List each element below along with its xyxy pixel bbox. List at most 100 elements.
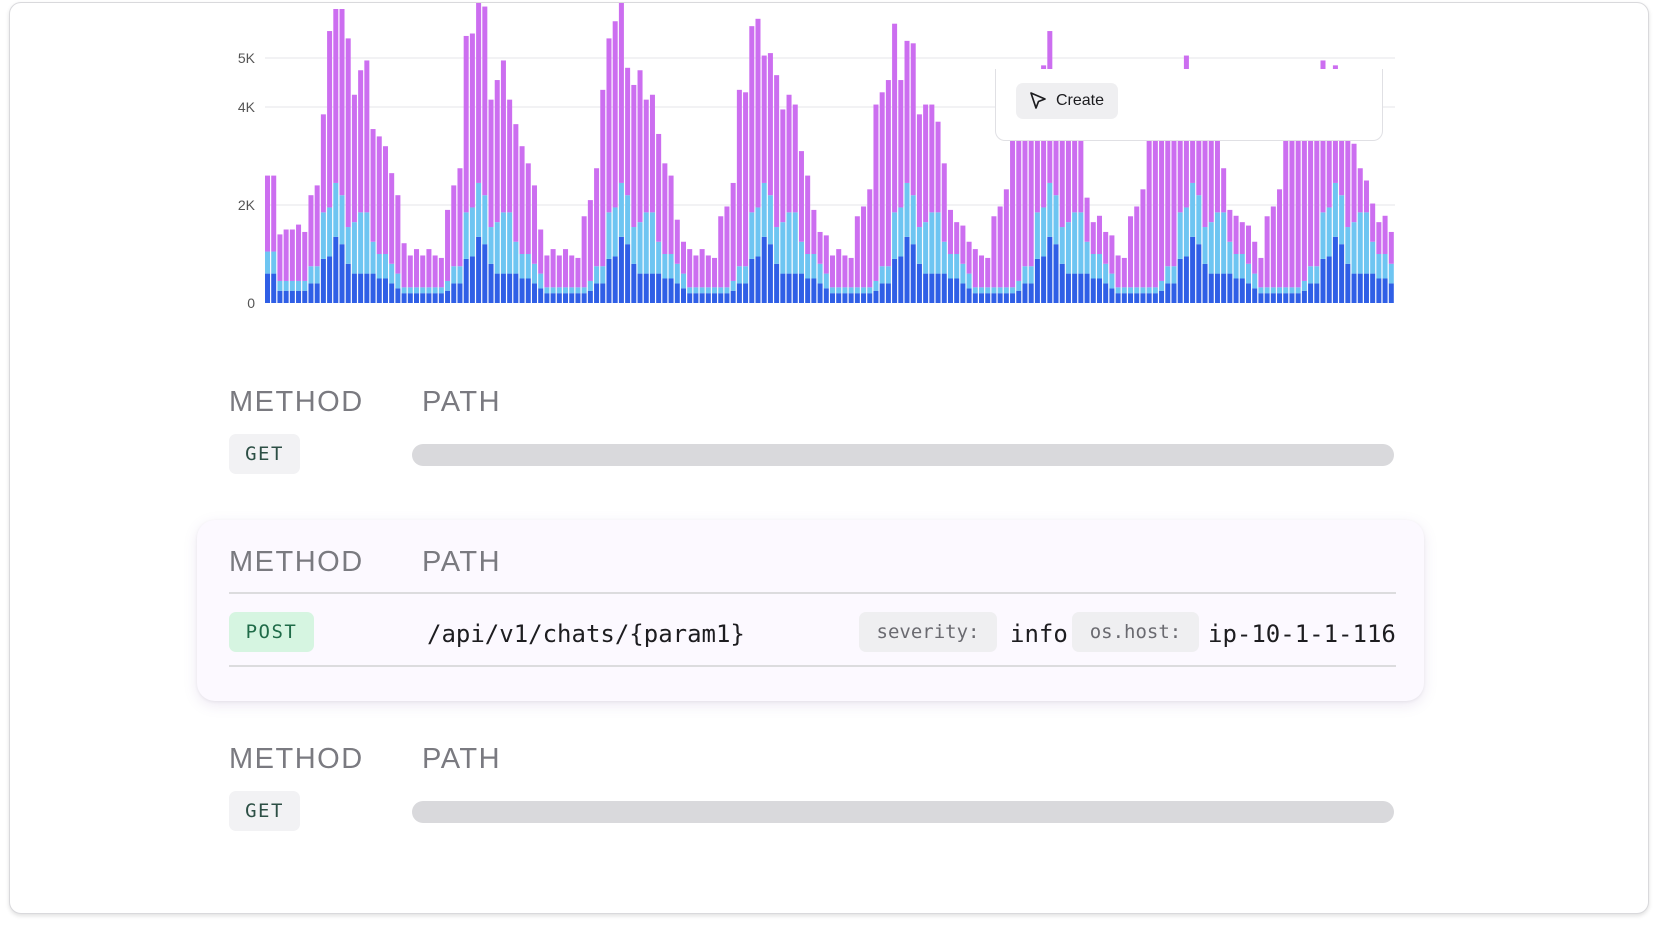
bar-segment-dark [749, 258, 755, 303]
bar-segment-light [544, 287, 550, 294]
bar-segment-light [1041, 207, 1047, 257]
bar-segment-light [1221, 212, 1227, 274]
bar-segment-dark [1128, 293, 1134, 303]
bar-segment-dark [1202, 263, 1208, 303]
bar-segment-purple [774, 75, 780, 228]
bar-segment-dark [1382, 278, 1388, 303]
bar-segment-dark [662, 278, 668, 303]
bar-segment-light [1258, 287, 1264, 294]
bar-segment-light [910, 195, 916, 245]
request-row-2-card[interactable]: METHOD PATH POST /api/v1/chats/{param1} … [197, 520, 1424, 701]
bar-segment-purple [979, 255, 985, 288]
bar-segment-dark [823, 288, 829, 303]
bar-segment-purple [1103, 231, 1109, 264]
bar-segment-dark [836, 293, 842, 303]
create-button-label: Create [1056, 92, 1105, 109]
bar-segment-light [1196, 195, 1202, 245]
bar-segment-light [1339, 195, 1345, 245]
bar-segment-purple [854, 216, 860, 288]
request-path: /api/v1/chats/{param1} [427, 620, 745, 648]
bar-segment-purple [861, 206, 867, 288]
bar-segment-purple [1171, 138, 1177, 267]
bar-segment-dark [302, 290, 308, 303]
bar-segment-purple [283, 229, 289, 281]
bar-segment-purple [500, 60, 506, 213]
bar-segment-light [699, 287, 705, 294]
bar-segment-dark [1351, 273, 1357, 303]
bar-segment-dark [625, 244, 631, 303]
bar-segment-dark [712, 293, 718, 303]
bar-segment-dark [600, 283, 606, 303]
bar-segment-purple [724, 206, 730, 288]
bar-segment-light [929, 212, 935, 274]
bar-segment-purple [1388, 231, 1394, 264]
bar-segment-light [1283, 287, 1289, 294]
bar-segment-light [351, 222, 357, 274]
bar-segment-light [830, 287, 836, 294]
bar-segment-dark [1277, 293, 1283, 303]
bar-segment-purple [780, 109, 786, 223]
bar-segment-dark [1121, 293, 1127, 303]
bar-segment-light [500, 212, 506, 274]
request-row-1[interactable]: METHOD PATH GET [229, 386, 1399, 476]
stacked-bar-chart: 0 2K 4K 5K [238, 3, 1395, 311]
bar-segment-dark [1177, 258, 1183, 303]
bar-segment-dark [469, 256, 475, 303]
bar-segment-purple [656, 133, 662, 242]
bar-segment-light [1326, 207, 1332, 257]
bar-segment-dark [805, 278, 811, 303]
bar-segment-dark [513, 273, 519, 303]
bar-segment-purple [674, 219, 680, 264]
bar-segment-purple [277, 234, 283, 281]
bar-segment-light [426, 287, 432, 294]
method-badge: GET [229, 434, 300, 474]
bar-segment-dark [1072, 273, 1078, 303]
bar-segment-purple [823, 235, 829, 274]
create-button[interactable]: Create [1016, 83, 1119, 119]
bar-segment-light [867, 287, 873, 294]
request-row-3[interactable]: METHOD PATH GET [229, 743, 1399, 833]
bar-segment-light [587, 280, 593, 291]
bar-segment-purple [1264, 216, 1270, 288]
bar-segment-light [451, 266, 457, 284]
bar-segment-purple [830, 255, 836, 288]
bar-segment-light [525, 254, 531, 279]
bar-segment-light [662, 254, 668, 279]
cursor-arrow-icon [1028, 91, 1048, 111]
bar-segment-dark [1059, 263, 1065, 303]
bar-segment-dark [1047, 236, 1053, 303]
bar-segment-light [643, 212, 649, 274]
bar-segment-dark [848, 293, 854, 303]
bar-segment-light [916, 227, 922, 264]
bar-segment-purple [761, 55, 767, 183]
bar-segment-light [339, 195, 345, 245]
bar-segment-purple [370, 129, 376, 242]
bar-segment-light [488, 227, 494, 264]
bar-segment-purple [817, 231, 823, 264]
bar-segment-dark [1159, 290, 1165, 303]
bar-segment-light [1264, 287, 1270, 294]
bar-segment-light [1047, 182, 1053, 237]
bar-segment-purple [587, 200, 593, 281]
bar-segment-purple [842, 255, 848, 288]
bar-segment-light [761, 182, 767, 237]
bar-segment-dark [743, 283, 749, 303]
bar-segment-dark [730, 290, 736, 303]
bar-segment-light [885, 266, 891, 284]
bar-segment-dark [277, 290, 283, 303]
bar-segment-purple [885, 80, 891, 267]
bar-segment-purple [662, 163, 668, 254]
bar-segment-dark [1252, 288, 1258, 303]
bar-segment-light [1289, 287, 1295, 294]
bar-segment-dark [618, 236, 624, 303]
bar-segment-dark [954, 278, 960, 303]
bar-segment-light [836, 287, 842, 294]
bar-segment-light [724, 287, 730, 294]
y-tick-label: 0 [247, 295, 255, 311]
bar-segment-dark [966, 288, 972, 303]
bar-segment-purple [289, 229, 295, 281]
bar-segment-purple [749, 26, 755, 213]
bar-segment-purple [333, 9, 339, 183]
bar-segment-dark [705, 293, 711, 303]
bar-segment-light [674, 263, 680, 284]
